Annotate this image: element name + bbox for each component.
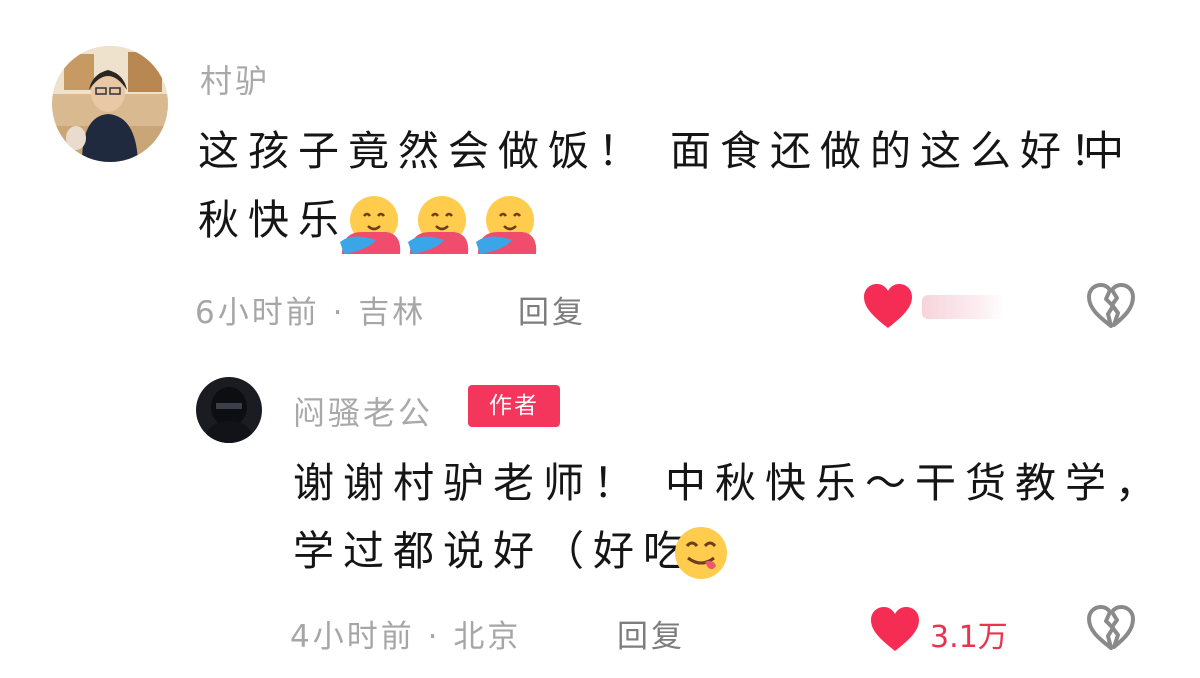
author-badge: 作者 <box>468 385 560 427</box>
comment-text-line-2: 秋快乐 <box>198 200 348 241</box>
like-button[interactable] <box>862 282 914 330</box>
comment-meta: 6小时前 · 吉林 <box>195 287 426 332</box>
comment-text-main: 这孩子竟然会做饭！ 面食还做的这么好！ <box>198 127 1121 175</box>
dislike-button[interactable] <box>1085 282 1137 330</box>
heart-icon <box>871 607 919 651</box>
replier-avatar[interactable] <box>196 377 262 443</box>
reply-text-line-2: 学过都说好（好吃 <box>293 531 693 572</box>
meta-separator: · <box>332 295 359 331</box>
comment-location: 吉林 <box>358 295 427 331</box>
commenter-avatar[interactable] <box>52 46 168 162</box>
comment-text-line-1: 这孩子竟然会做饭！ 面食还做的这么好！ <box>198 131 1120 172</box>
face-savoring-food-emoji <box>675 527 727 579</box>
meta-separator: · <box>427 619 454 655</box>
hugging-emoji-group <box>338 192 548 258</box>
reply-like-count: 3.1万 <box>930 620 1008 655</box>
like-count-blurred <box>922 295 1004 319</box>
broken-heart-icon <box>1087 605 1135 650</box>
hugging-face-emoji <box>340 196 401 254</box>
reply-location: 北京 <box>453 619 522 655</box>
hugging-face-emoji <box>476 196 537 254</box>
reply-reply-button[interactable]: 回复 <box>617 611 685 656</box>
reply-like-button[interactable] <box>869 605 921 653</box>
comment-time: 6小时前 <box>195 295 320 331</box>
reply-button[interactable]: 回复 <box>518 287 586 332</box>
reply-text-line-1: 谢谢村驴老师！ 中秋快乐～干货教学， <box>293 459 1166 507</box>
replier-username[interactable]: 闷骚老公 <box>293 388 433 434</box>
commenter-username[interactable]: 村驴 <box>200 56 270 102</box>
heart-icon <box>864 284 912 328</box>
yum-emoji-wrap <box>672 524 730 582</box>
hugging-face-emoji <box>408 196 469 254</box>
broken-heart-icon <box>1087 283 1135 328</box>
reply-time: 4小时前 <box>290 619 415 655</box>
reply-meta: 4小时前 · 北京 <box>290 611 521 656</box>
comment-text-second: 秋快乐 <box>198 196 348 244</box>
comment-text-tail: 中 <box>1083 127 1133 175</box>
reply-text-second: 学过都说好（好吃 <box>293 527 693 575</box>
reply-dislike-button[interactable] <box>1085 604 1137 652</box>
